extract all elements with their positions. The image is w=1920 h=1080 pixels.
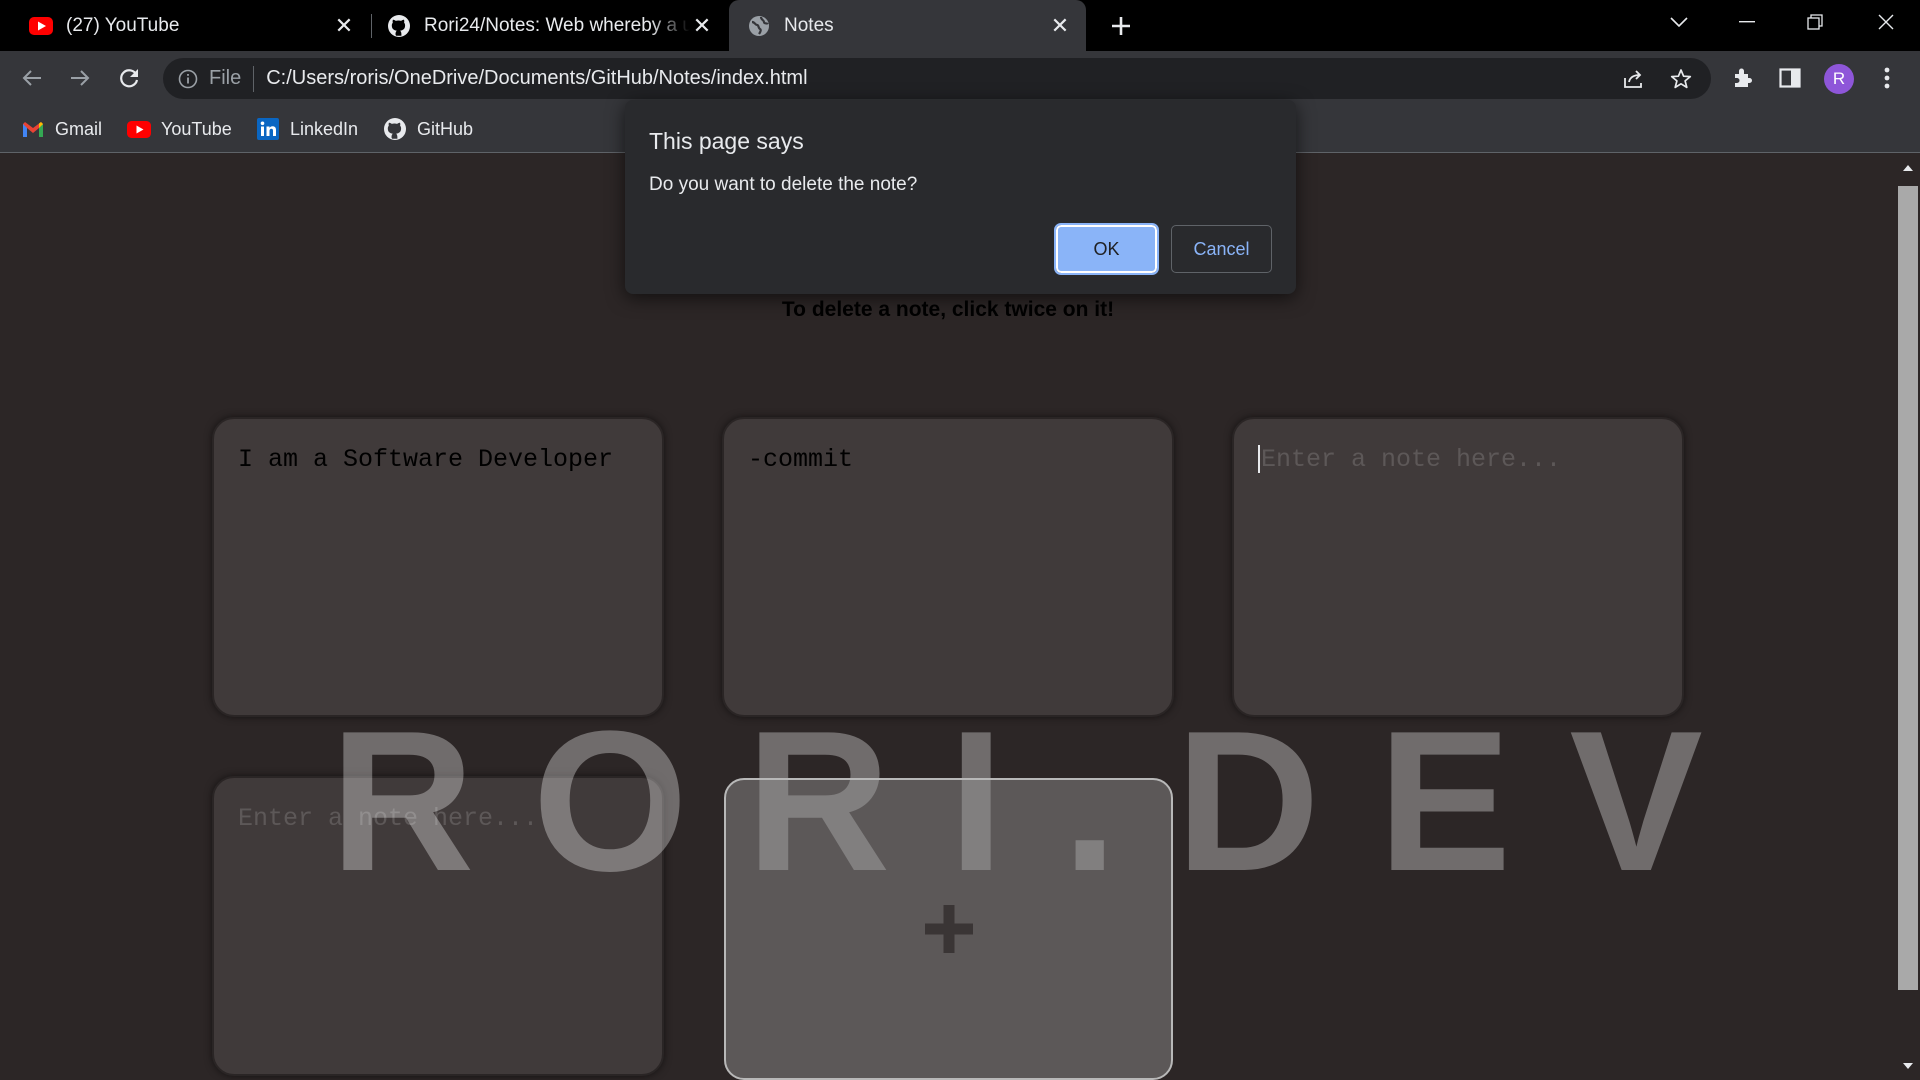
tab-search-button[interactable]: [1645, 0, 1713, 44]
bookmark-label: YouTube: [161, 118, 232, 139]
url-text[interactable]: C:/Users/roris/OneDrive/Documents/GitHub…: [266, 67, 807, 90]
note-text: I am a Software Developer: [238, 445, 614, 474]
scroll-up-arrow-icon[interactable]: [1898, 158, 1918, 178]
info-icon[interactable]: [177, 68, 199, 90]
tab-title: Notes: [784, 14, 834, 36]
close-icon[interactable]: ✕: [1048, 13, 1072, 38]
bookmark-label: LinkedIn: [290, 118, 359, 139]
bookmark-star-icon[interactable]: [1669, 67, 1693, 91]
plus-icon: [924, 905, 973, 953]
extensions-icon[interactable]: [1730, 65, 1756, 91]
close-icon[interactable]: ✕: [332, 13, 356, 38]
dialog-title: This page says: [649, 128, 804, 154]
confirm-dialog: This page says Do you want to delete the…: [625, 100, 1296, 294]
note-card[interactable]: I am a Software Developer: [212, 417, 664, 717]
profile-avatar[interactable]: R: [1824, 64, 1854, 94]
note-text: -commit: [748, 445, 854, 474]
bookmark-youtube[interactable]: YouTube: [127, 115, 232, 143]
tab-github-notes[interactable]: Rori24/Notes: Web whereby a us ✕: [372, 0, 728, 51]
text-cursor: [1258, 445, 1260, 474]
forward-button[interactable]: [65, 63, 95, 93]
dialog-message: Do you want to delete the note?: [649, 174, 918, 195]
reload-button[interactable]: [114, 63, 144, 93]
bookmark-gmail[interactable]: Gmail: [21, 115, 102, 143]
ok-button[interactable]: OK: [1054, 223, 1159, 275]
scroll-down-arrow-icon[interactable]: [1898, 1056, 1918, 1076]
back-button[interactable]: [17, 63, 47, 93]
delete-instruction: To delete a note, click twice on it!: [781, 298, 1115, 321]
minimize-button[interactable]: [1713, 0, 1781, 44]
browser-toolbar: File C:/Users/roris/OneDrive/Documents/G…: [0, 51, 1920, 105]
tab-notes[interactable]: Notes ✕: [729, 0, 1086, 51]
close-icon[interactable]: ✕: [690, 13, 714, 38]
youtube-icon: [127, 118, 151, 140]
menu-kebab-icon[interactable]: [1874, 65, 1900, 91]
github-icon: [387, 14, 411, 38]
gmail-icon: [21, 118, 45, 140]
restore-button[interactable]: [1781, 0, 1849, 44]
bookmark-github[interactable]: GitHub: [383, 115, 473, 143]
note-card[interactable]: Enter a note here...: [1232, 417, 1684, 717]
bookmark-label: GitHub: [417, 118, 474, 139]
omnibox-divider: [253, 65, 255, 92]
note-placeholder: Enter a note here...: [1261, 445, 1562, 474]
share-icon[interactable]: [1621, 67, 1645, 91]
close-window-button[interactable]: [1852, 0, 1920, 44]
cancel-button[interactable]: Cancel: [1171, 225, 1272, 273]
add-note-button[interactable]: [724, 778, 1173, 1080]
address-bar[interactable]: File C:/Users/roris/OneDrive/Documents/G…: [163, 58, 1711, 99]
bookmark-label: Gmail: [55, 118, 103, 139]
new-tab-button[interactable]: [1106, 11, 1136, 41]
scrollbar-thumb[interactable]: [1898, 186, 1918, 990]
globe-icon: [747, 14, 771, 38]
tab-title: (27) YouTube: [66, 14, 180, 36]
linkedin-icon: [256, 118, 280, 140]
browser-titlebar: (27) YouTube ✕ Rori24/Notes: Web whereby…: [0, 0, 1920, 51]
bookmark-linkedin[interactable]: LinkedIn: [256, 115, 358, 143]
tab-title: Rori24/Notes: Web whereby a us: [424, 14, 690, 36]
side-panel-icon[interactable]: [1777, 65, 1803, 91]
tab-youtube[interactable]: (27) YouTube ✕: [0, 0, 370, 51]
note-card[interactable]: -commit: [722, 417, 1174, 717]
github-icon: [383, 118, 407, 140]
url-scheme-label: File: [209, 67, 242, 89]
youtube-icon: [29, 14, 53, 38]
